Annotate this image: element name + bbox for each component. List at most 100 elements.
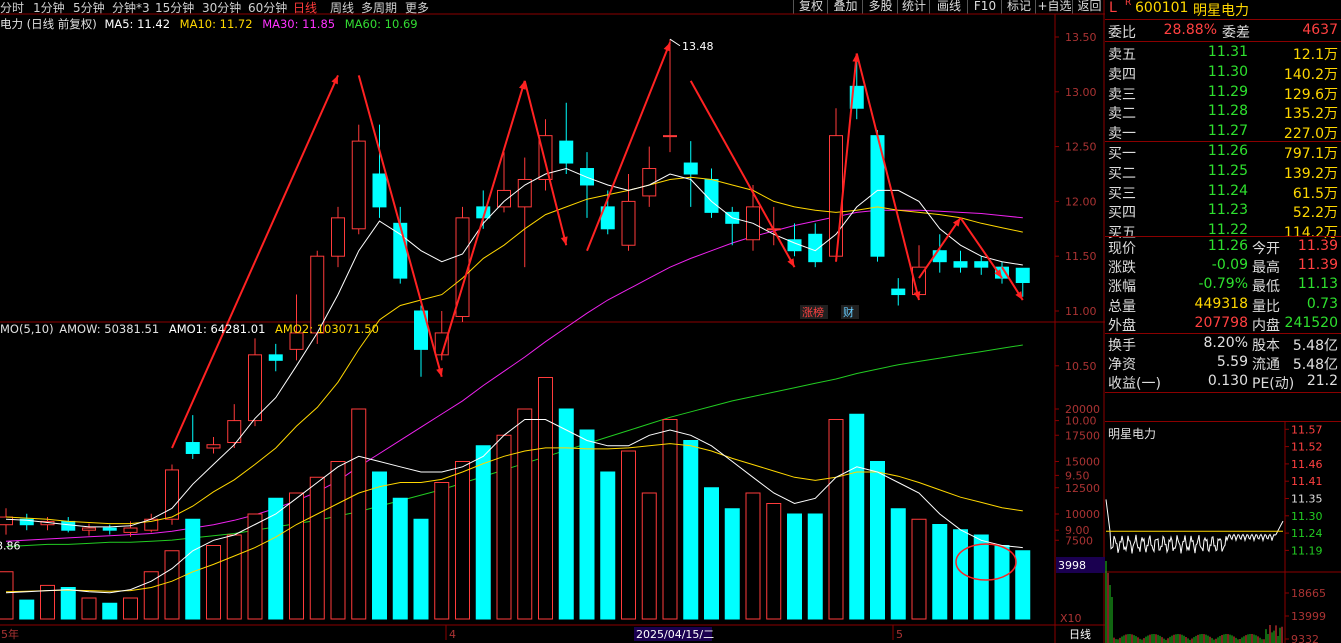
stat-row: 涨幅 -0.79% 最低 11.13 [1105, 275, 1341, 296]
mini-chart-svg: 11.57 11.52 11.46 11.41 11.35 11.30 11.24 11.19… [1105, 422, 1341, 643]
stat-label: 最高 [1252, 260, 1280, 277]
volume-bar [641, 492, 657, 620]
price-tick-label: 10.50 [1065, 360, 1097, 373]
ask-price: 11.29 [1207, 83, 1248, 100]
ask-label: 卖二 [1108, 106, 1136, 123]
stat-value: 11.39 [1297, 238, 1338, 254]
high-marker-line [669, 38, 681, 47]
stat-row: 收益(一) 0.130 PE(动) 21.2 [1105, 372, 1341, 393]
volume-bar [1015, 550, 1031, 620]
stat-value: 5.48亿 [1292, 357, 1338, 374]
bid-price: 11.26 [1207, 143, 1248, 159]
ask-volume: 140.2万 [1283, 66, 1338, 83]
price-tick-label: 9.50 [1065, 469, 1090, 482]
stat-value: 241520 [1284, 314, 1338, 331]
volume-bar [330, 461, 346, 620]
volume-bar [558, 408, 574, 620]
stock-code: 600101 [1135, 0, 1189, 16]
ask-row: 卖五 11.31 12.1万 [1105, 43, 1341, 63]
mini-price-label: 11.30 [1291, 510, 1323, 523]
ask-row: 卖三 11.29 129.6万 [1105, 83, 1341, 103]
stat-label: PE(动) [1252, 376, 1295, 393]
stat-value: 207798 [1194, 314, 1248, 331]
date-label-april: 4 [449, 628, 456, 641]
candle-body [953, 261, 968, 268]
sep-1 [1105, 19, 1341, 20]
candle-body [663, 135, 677, 138]
r-icon: R [1125, 0, 1132, 8]
stat-row: 涨跌 -0.09 最高 11.39 [1105, 256, 1341, 277]
candle-body [974, 261, 989, 268]
weibi-label: 委比 [1108, 25, 1136, 41]
volume-bar [870, 461, 885, 620]
volume-bar [392, 497, 408, 620]
volume-bar [724, 508, 740, 620]
trend-arrowhead [663, 42, 671, 52]
volume-bar [247, 513, 263, 620]
l-icon: L [1109, 0, 1117, 16]
stat-value: -0.79% [1198, 276, 1248, 293]
candle-body [808, 233, 823, 263]
tag-cai: 财 [843, 305, 854, 319]
vol-readout: 3998 [1058, 559, 1086, 572]
volume-bar [372, 471, 387, 620]
stat-label: 涨幅 [1108, 279, 1136, 296]
candle-body [1015, 267, 1030, 284]
volume-bar [226, 534, 242, 620]
candle-body [497, 189, 511, 208]
bid-volume: 52.2万 [1292, 205, 1338, 222]
vol-tick-label: 7500 [1065, 534, 1093, 547]
stat-value: 11.13 [1297, 276, 1338, 293]
volume-bar [766, 503, 782, 620]
mini-price-label: 11.41 [1291, 475, 1323, 488]
ma30-legend: MA30: 11.85 [262, 17, 336, 31]
ask-price: 11.28 [1207, 103, 1248, 120]
stat-value: 0.130 [1207, 373, 1248, 390]
weibi-row: 委比 28.88% 委差 4637 [1105, 21, 1341, 41]
volume-bar [890, 508, 906, 620]
ask-label: 卖四 [1108, 66, 1136, 83]
stat-label: 净资 [1108, 357, 1136, 374]
stat-value: 5.48亿 [1292, 338, 1338, 354]
ask-price: 11.30 [1207, 63, 1248, 80]
stat-value: 5.59 [1216, 354, 1248, 371]
trend-arrowhead [952, 217, 961, 227]
ma60-legend: MA60: 10.69 [344, 17, 418, 31]
price-tick-label: 13.00 [1065, 86, 1097, 99]
bid-row: 买四 11.23 52.2万 [1105, 201, 1341, 222]
amow-legend: AMOW: 50381.51 [59, 322, 160, 336]
ma5-legend: MA5: 11.42 [104, 17, 171, 31]
candle-body [372, 173, 387, 208]
candle-body [580, 168, 594, 186]
stat-label: 股本 [1252, 338, 1280, 354]
indicator-name: MO(5,10) [0, 322, 54, 336]
volume-bar [911, 518, 927, 620]
volume-bar [206, 545, 221, 620]
candle-body [165, 469, 179, 520]
bid-volume: 797.1万 [1283, 146, 1338, 162]
candle-body [351, 140, 366, 230]
stat-label: 涨跌 [1108, 260, 1136, 277]
volume-bar [994, 545, 1010, 620]
stat-value: 21.2 [1306, 373, 1338, 390]
stat-label: 收益(一) [1108, 376, 1161, 393]
bid-row: 买三 11.24 61.5万 [1105, 182, 1341, 202]
cursor-date-label: 2025/04/15/二 [636, 628, 714, 641]
stat-value: 449318 [1194, 295, 1248, 312]
volume-bar [413, 518, 429, 620]
stat-label: 流通 [1252, 357, 1280, 374]
amo2-legend: AMO2: 103071.50 [275, 322, 379, 336]
trend-arrowhead [436, 367, 443, 377]
ask-row: 卖四 11.30 140.2万 [1105, 63, 1341, 83]
sep-6 [1105, 392, 1341, 393]
stock-title-bar: L R 600101 明星电力 [1105, 0, 1341, 19]
intraday-mini-chart[interactable]: 明星电力 11.57 11.52 11.46 11.41 11.35 11.30 11.24… [1105, 422, 1341, 643]
volume-bar [932, 524, 948, 620]
candle-body [559, 140, 574, 164]
candle-body [517, 178, 532, 208]
price-tick-label: 12.00 [1065, 195, 1097, 208]
candle-body [331, 217, 345, 257]
stat-value: -0.09 [1211, 257, 1248, 274]
bid-volume: 139.2万 [1283, 165, 1338, 182]
candle-body [102, 527, 117, 531]
